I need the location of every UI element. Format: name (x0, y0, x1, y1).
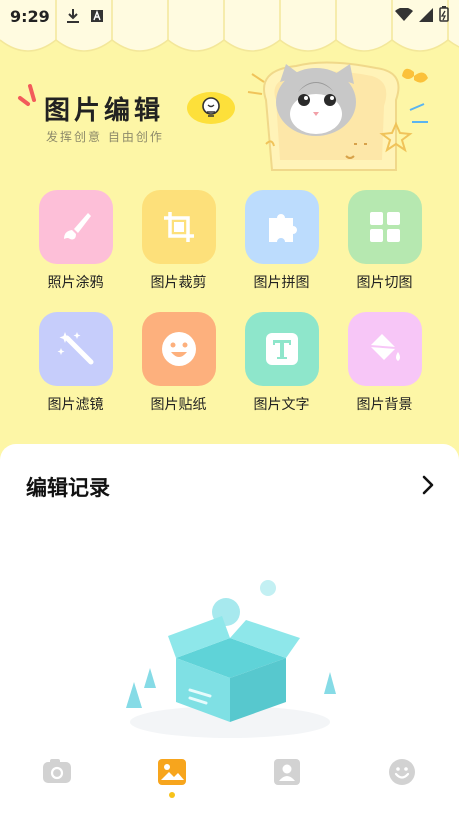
camera-icon (43, 759, 72, 783)
tool-label: 图片滤镜 (47, 397, 104, 413)
tool-icon-bg (141, 190, 216, 264)
tool-image-slice[interactable]: 图片切图 (333, 190, 436, 292)
lightbulb-icon (187, 92, 235, 124)
edit-records-title: 编辑记录 (26, 476, 110, 500)
tool-image-sticker[interactable]: 图片贴纸 (127, 312, 230, 414)
tool-label: 图片裁剪 (150, 275, 207, 291)
tool-icon-bg (347, 190, 422, 264)
tool-icon-bg (244, 312, 319, 386)
empty-box-illustration (126, 580, 336, 738)
nav-image-edit[interactable] (142, 758, 202, 798)
active-indicator (169, 792, 176, 798)
sparkle-decoration-icon (18, 84, 36, 106)
tool-label: 图片切图 (356, 275, 413, 291)
keyboard-notification-icon (90, 9, 104, 23)
header: 图片编辑 发挥创意 自由创作 (0, 60, 459, 180)
crop-icon (163, 212, 194, 242)
brush-icon (63, 213, 91, 240)
nav-sticker[interactable] (372, 758, 432, 786)
tool-icon-bg (38, 312, 113, 386)
page-title: 图片编辑 (44, 96, 165, 126)
magic-wand-icon (57, 332, 93, 365)
nav-camera[interactable] (27, 758, 87, 784)
tool-icon-bg (244, 190, 319, 264)
tools-grid: 照片涂鸦 图片裁剪 图片拼图 图片切图 图片滤镜 图片贴纸 图片文字 图片背景 (24, 190, 436, 414)
paint-bucket-icon (369, 334, 400, 361)
status-bar: 9:29 (0, 0, 459, 32)
nav-profile-photo[interactable] (257, 758, 317, 786)
text-icon (265, 333, 298, 365)
image-icon (158, 759, 187, 785)
tool-icon-bg (347, 312, 422, 386)
cat-photo-illustration (247, 61, 428, 171)
chevron-right-icon[interactable] (421, 474, 435, 496)
tool-label: 图片文字 (253, 397, 310, 413)
tool-icon-bg (141, 312, 216, 386)
tool-label: 图片背景 (356, 397, 413, 413)
signal-icon (419, 7, 433, 26)
person-icon (273, 759, 300, 785)
smiley-icon (388, 759, 415, 785)
tool-label: 照片涂鸦 (47, 275, 104, 291)
tool-icon-bg (38, 190, 113, 264)
download-icon (66, 8, 80, 24)
battery-icon (439, 6, 449, 26)
tool-photo-doodle[interactable]: 照片涂鸦 (24, 190, 127, 292)
tool-image-crop[interactable]: 图片裁剪 (127, 190, 230, 292)
tool-label: 图片拼图 (253, 275, 310, 291)
smiley-sticker-icon (161, 332, 196, 366)
page-subtitle: 发挥创意 自由创作 (46, 130, 164, 144)
bottom-nav (0, 744, 459, 816)
status-time: 9:29 (10, 6, 50, 26)
wifi-icon (395, 6, 413, 26)
puzzle-icon (268, 214, 297, 242)
tool-image-text[interactable]: 图片文字 (230, 312, 333, 414)
grid-icon (369, 212, 400, 242)
tool-image-filter[interactable]: 图片滤镜 (24, 312, 127, 414)
tool-label: 图片贴纸 (150, 397, 207, 413)
tool-image-background[interactable]: 图片背景 (333, 312, 436, 414)
tool-image-puzzle[interactable]: 图片拼图 (230, 190, 333, 292)
